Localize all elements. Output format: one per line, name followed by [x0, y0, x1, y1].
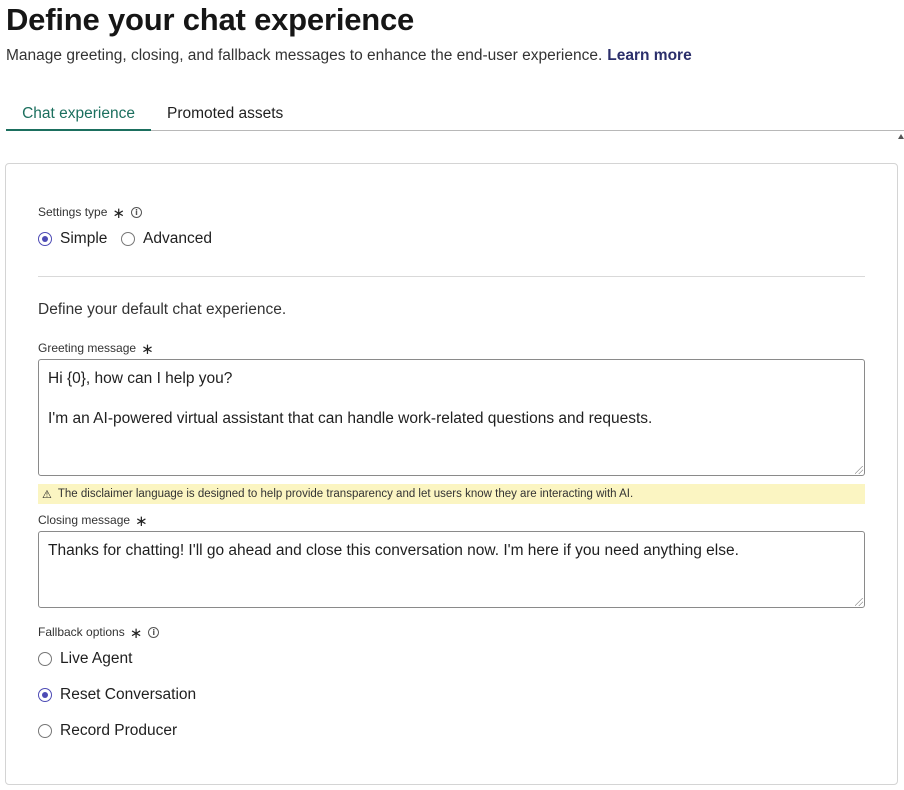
- radio-live-agent[interactable]: Live Agent: [38, 650, 132, 668]
- radio-unchecked-icon[interactable]: [38, 652, 52, 666]
- subtitle-text: Manage greeting, closing, and fallback m…: [6, 47, 603, 64]
- radio-simple[interactable]: Simple: [38, 230, 107, 248]
- page-title: Define your chat experience: [6, 2, 415, 37]
- closing-label-text: Closing message: [38, 513, 131, 527]
- radio-checked-icon[interactable]: [38, 232, 52, 246]
- radio-record-producer[interactable]: Record Producer: [38, 722, 177, 740]
- intro-text: Define your default chat experience.: [38, 301, 287, 318]
- fallback-label: Fallback options ∗ i: [38, 625, 160, 642]
- info-icon[interactable]: i: [130, 206, 142, 218]
- radio-advanced[interactable]: Advanced: [121, 230, 212, 248]
- required-icon: ∗: [135, 513, 148, 530]
- required-icon: ∗: [112, 205, 125, 222]
- radio-simple-label: Simple: [60, 230, 108, 247]
- learn-more-link[interactable]: Learn more: [607, 47, 691, 64]
- greeting-label-text: Greeting message: [38, 341, 137, 355]
- radio-advanced-label: Advanced: [143, 230, 212, 247]
- closing-text: Thanks for chatting! I'll go ahead and c…: [48, 542, 739, 559]
- disclaimer-banner: ⚠ The disclaimer language is designed to…: [38, 484, 865, 504]
- greeting-label: Greeting message ∗: [38, 341, 154, 358]
- radio-unchecked-icon[interactable]: [121, 232, 135, 246]
- radio-reset-conversation-label: Reset Conversation: [60, 686, 197, 703]
- required-icon: ∗: [129, 625, 143, 642]
- chat-settings-card: Settings type ∗ i Simple Advanced Define…: [5, 163, 898, 785]
- info-icon[interactable]: i: [148, 626, 160, 638]
- settings-type-label-text: Settings type: [38, 205, 108, 219]
- radio-checked-icon[interactable]: [38, 688, 52, 702]
- radio-record-producer-label: Record Producer: [60, 722, 178, 739]
- greeting-line-1: Hi {0}, how can I help you?: [48, 370, 233, 387]
- disclaimer-text: The disclaimer language is designed to h…: [57, 488, 634, 500]
- radio-reset-conversation[interactable]: Reset Conversation: [38, 686, 196, 704]
- radio-unchecked-icon[interactable]: [38, 724, 52, 738]
- tab-bar: Chat experience Promoted assets: [6, 96, 904, 131]
- greeting-message-input[interactable]: Hi {0}, how can I help you? I'm an AI-po…: [38, 359, 865, 476]
- page-subtitle: Manage greeting, closing, and fallback m…: [6, 46, 692, 66]
- settings-type-label: Settings type ∗ i: [38, 205, 142, 222]
- tab-chat-experience[interactable]: Chat experience: [6, 96, 151, 131]
- resize-handle-icon[interactable]: [855, 466, 863, 474]
- greeting-line-2: I'm an AI-powered virtual assistant that…: [48, 410, 653, 427]
- closing-message-input[interactable]: Thanks for chatting! I'll go ahead and c…: [38, 531, 865, 608]
- fallback-label-text: Fallback options: [38, 625, 125, 639]
- radio-live-agent-label: Live Agent: [60, 650, 133, 667]
- section-divider: [38, 276, 865, 277]
- tab-promoted-assets[interactable]: Promoted assets: [167, 96, 283, 130]
- required-icon: ∗: [141, 341, 154, 358]
- closing-label: Closing message ∗: [38, 513, 148, 530]
- resize-handle-icon[interactable]: [855, 598, 863, 606]
- warning-icon: ⚠: [42, 487, 52, 501]
- scroll-up-icon[interactable]: [898, 134, 904, 139]
